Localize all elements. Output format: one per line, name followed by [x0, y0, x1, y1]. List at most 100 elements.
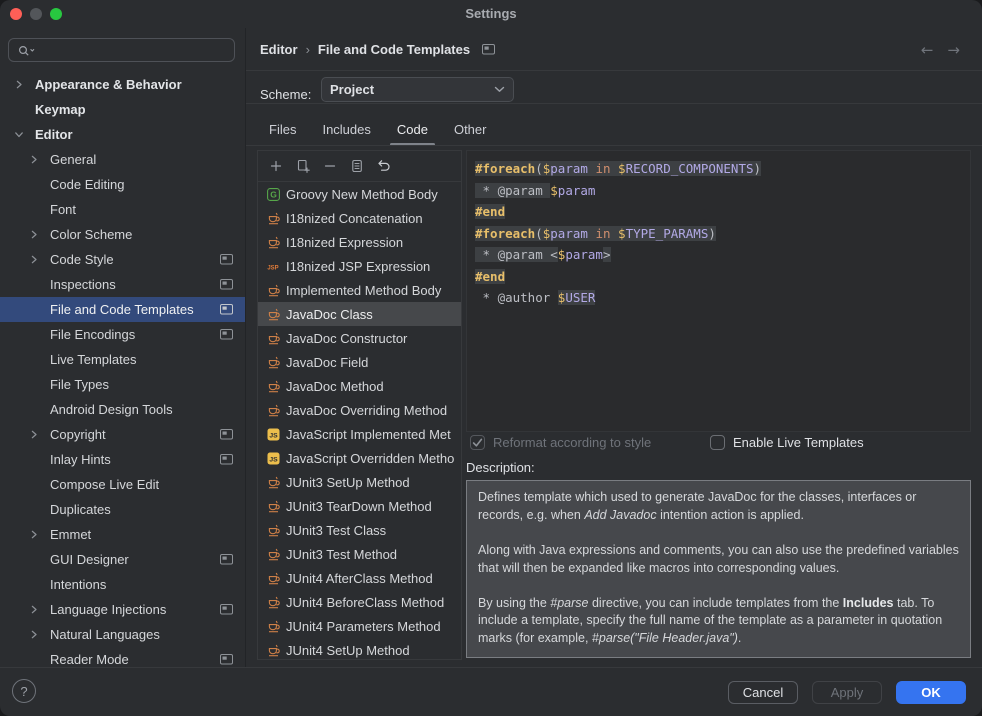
- sidebar-item-gui-designer[interactable]: GUI Designer: [0, 547, 245, 572]
- template-item-junit4-afterclass-method[interactable]: JUnit4 AfterClass Method: [258, 566, 461, 590]
- scheme-select[interactable]: Project: [321, 77, 514, 102]
- template-item-i18nized-expression[interactable]: I18nized Expression: [258, 230, 461, 254]
- ok-button[interactable]: OK: [896, 681, 966, 704]
- chevron-collapsed-icon[interactable]: [26, 430, 42, 439]
- sidebar-item-label: Code Style: [50, 252, 114, 267]
- template-item-label: JavaDoc Class: [286, 307, 373, 322]
- java-icon: [266, 523, 280, 537]
- template-item-junit4-setup-method[interactable]: JUnit4 SetUp Method: [258, 638, 461, 660]
- project-level-icon: [220, 279, 233, 290]
- sidebar-item-label: File and Code Templates: [50, 302, 194, 317]
- project-level-icon: [220, 454, 233, 465]
- search-box[interactable]: [8, 38, 235, 62]
- sidebar-item-file-and-code-templates[interactable]: File and Code Templates: [0, 297, 245, 322]
- template-item-implemented-method-body[interactable]: Implemented Method Body: [258, 278, 461, 302]
- sidebar-item-inspections[interactable]: Inspections: [0, 272, 245, 297]
- code-line: #end: [475, 266, 970, 288]
- sidebar-item-color-scheme[interactable]: Color Scheme: [0, 222, 245, 247]
- sidebar-item-appearance-behavior[interactable]: Appearance & Behavior: [0, 72, 245, 97]
- template-item-i18nized-jsp-expression[interactable]: JSPI18nized JSP Expression: [258, 254, 461, 278]
- template-list-panel: GGroovy New Method BodyI18nized Concaten…: [257, 150, 462, 660]
- reformat-checkbox[interactable]: Reformat according to style: [470, 435, 651, 450]
- chevron-collapsed-icon[interactable]: [26, 630, 42, 639]
- apply-button[interactable]: Apply: [812, 681, 882, 704]
- close-window-button[interactable]: [10, 8, 22, 20]
- template-list-toolbar: [258, 151, 461, 182]
- remove-template-button[interactable]: [316, 154, 343, 178]
- copy-template-button[interactable]: [343, 154, 370, 178]
- sidebar-item-reader-mode[interactable]: Reader Mode: [0, 647, 245, 668]
- java-icon: [266, 235, 280, 249]
- chevron-collapsed-icon[interactable]: [26, 230, 42, 239]
- template-item-javadoc-constructor[interactable]: JavaDoc Constructor: [258, 326, 461, 350]
- sidebar-item-file-encodings[interactable]: File Encodings: [0, 322, 245, 347]
- sidebar-item-compose-live-edit[interactable]: Compose Live Edit: [0, 472, 245, 497]
- template-item-label: JUnit4 Parameters Method: [286, 619, 441, 634]
- template-item-junit3-test-class[interactable]: JUnit3 Test Class: [258, 518, 461, 542]
- back-button[interactable]: ←: [921, 41, 934, 59]
- template-item-junit3-setup-method[interactable]: JUnit3 SetUp Method: [258, 470, 461, 494]
- reset-template-button[interactable]: [370, 154, 397, 178]
- tab-code[interactable]: Code: [384, 115, 441, 146]
- template-item-junit4-beforeclass-method[interactable]: JUnit4 BeforeClass Method: [258, 590, 461, 614]
- template-item-i18nized-concatenation[interactable]: I18nized Concatenation: [258, 206, 461, 230]
- template-item-junit4-parameters-method[interactable]: JUnit4 Parameters Method: [258, 614, 461, 638]
- tab-other[interactable]: Other: [441, 115, 500, 146]
- minimize-window-button[interactable]: [30, 8, 42, 20]
- search-input[interactable]: [40, 42, 234, 59]
- template-item-javadoc-class[interactable]: JavaDoc Class: [258, 302, 461, 326]
- sidebar-item-file-types[interactable]: File Types: [0, 372, 245, 397]
- template-code-editor[interactable]: #foreach($param in $RECORD_COMPONENTS) *…: [466, 150, 971, 432]
- template-item-javascript-overridden-metho[interactable]: JSJavaScript Overridden Metho: [258, 446, 461, 470]
- create-child-template-button[interactable]: [289, 154, 316, 178]
- sidebar-item-code-editing[interactable]: Code Editing: [0, 172, 245, 197]
- tab-includes[interactable]: Includes: [309, 115, 383, 146]
- sidebar-item-live-templates[interactable]: Live Templates: [0, 347, 245, 372]
- template-item-javadoc-field[interactable]: JavaDoc Field: [258, 350, 461, 374]
- add-template-button[interactable]: [262, 154, 289, 178]
- description-box[interactable]: Defines template which used to generate …: [466, 480, 971, 658]
- sidebar-item-emmet[interactable]: Emmet: [0, 522, 245, 547]
- chevron-collapsed-icon[interactable]: [26, 255, 42, 264]
- forward-button[interactable]: →: [947, 41, 960, 59]
- template-item-junit3-test-method[interactable]: JUnit3 Test Method: [258, 542, 461, 566]
- template-item-groovy-new-method-body[interactable]: GGroovy New Method Body: [258, 182, 461, 206]
- template-item-label: JavaDoc Constructor: [286, 331, 407, 346]
- chevron-expanded-icon[interactable]: [11, 130, 27, 139]
- enable-live-templates-checkbox[interactable]: Enable Live Templates: [710, 435, 864, 450]
- sidebar-item-duplicates[interactable]: Duplicates: [0, 497, 245, 522]
- sidebar-item-keymap[interactable]: Keymap: [0, 97, 245, 122]
- options-row: Reformat according to style Enable Live …: [466, 435, 971, 457]
- java-icon: [266, 499, 280, 513]
- chevron-collapsed-icon[interactable]: [11, 80, 27, 89]
- sidebar-item-label: Android Design Tools: [50, 402, 173, 417]
- footer-bar: ? Cancel Apply OK: [0, 667, 982, 716]
- sidebar-item-language-injections[interactable]: Language Injections: [0, 597, 245, 622]
- zoom-window-button[interactable]: [50, 8, 62, 20]
- sidebar-item-general[interactable]: General: [0, 147, 245, 172]
- template-item-label: Groovy New Method Body: [286, 187, 438, 202]
- sidebar-item-inlay-hints[interactable]: Inlay Hints: [0, 447, 245, 472]
- template-item-javascript-implemented-met[interactable]: JSJavaScript Implemented Met: [258, 422, 461, 446]
- chevron-collapsed-icon[interactable]: [26, 530, 42, 539]
- sidebar-item-code-style[interactable]: Code Style: [0, 247, 245, 272]
- sidebar-item-label: Reader Mode: [50, 652, 129, 667]
- sidebar-item-label: File Encodings: [50, 327, 135, 342]
- tab-files[interactable]: Files: [256, 115, 309, 146]
- chevron-collapsed-icon[interactable]: [26, 155, 42, 164]
- sidebar-item-copyright[interactable]: Copyright: [0, 422, 245, 447]
- sidebar-item-intentions[interactable]: Intentions: [0, 572, 245, 597]
- sidebar-item-natural-languages[interactable]: Natural Languages: [0, 622, 245, 647]
- template-item-javadoc-overriding-method[interactable]: JavaDoc Overriding Method: [258, 398, 461, 422]
- help-button[interactable]: ?: [12, 679, 36, 703]
- template-item-javadoc-method[interactable]: JavaDoc Method: [258, 374, 461, 398]
- template-item-junit3-teardown-method[interactable]: JUnit3 TearDown Method: [258, 494, 461, 518]
- project-level-icon: [220, 304, 233, 315]
- chevron-collapsed-icon[interactable]: [26, 605, 42, 614]
- sidebar-item-android-design-tools[interactable]: Android Design Tools: [0, 397, 245, 422]
- cancel-button[interactable]: Cancel: [728, 681, 798, 704]
- breadcrumb-parent[interactable]: Editor: [260, 42, 298, 57]
- sidebar-item-font[interactable]: Font: [0, 197, 245, 222]
- template-item-label: JavaDoc Method: [286, 379, 384, 394]
- sidebar-item-editor[interactable]: Editor: [0, 122, 245, 147]
